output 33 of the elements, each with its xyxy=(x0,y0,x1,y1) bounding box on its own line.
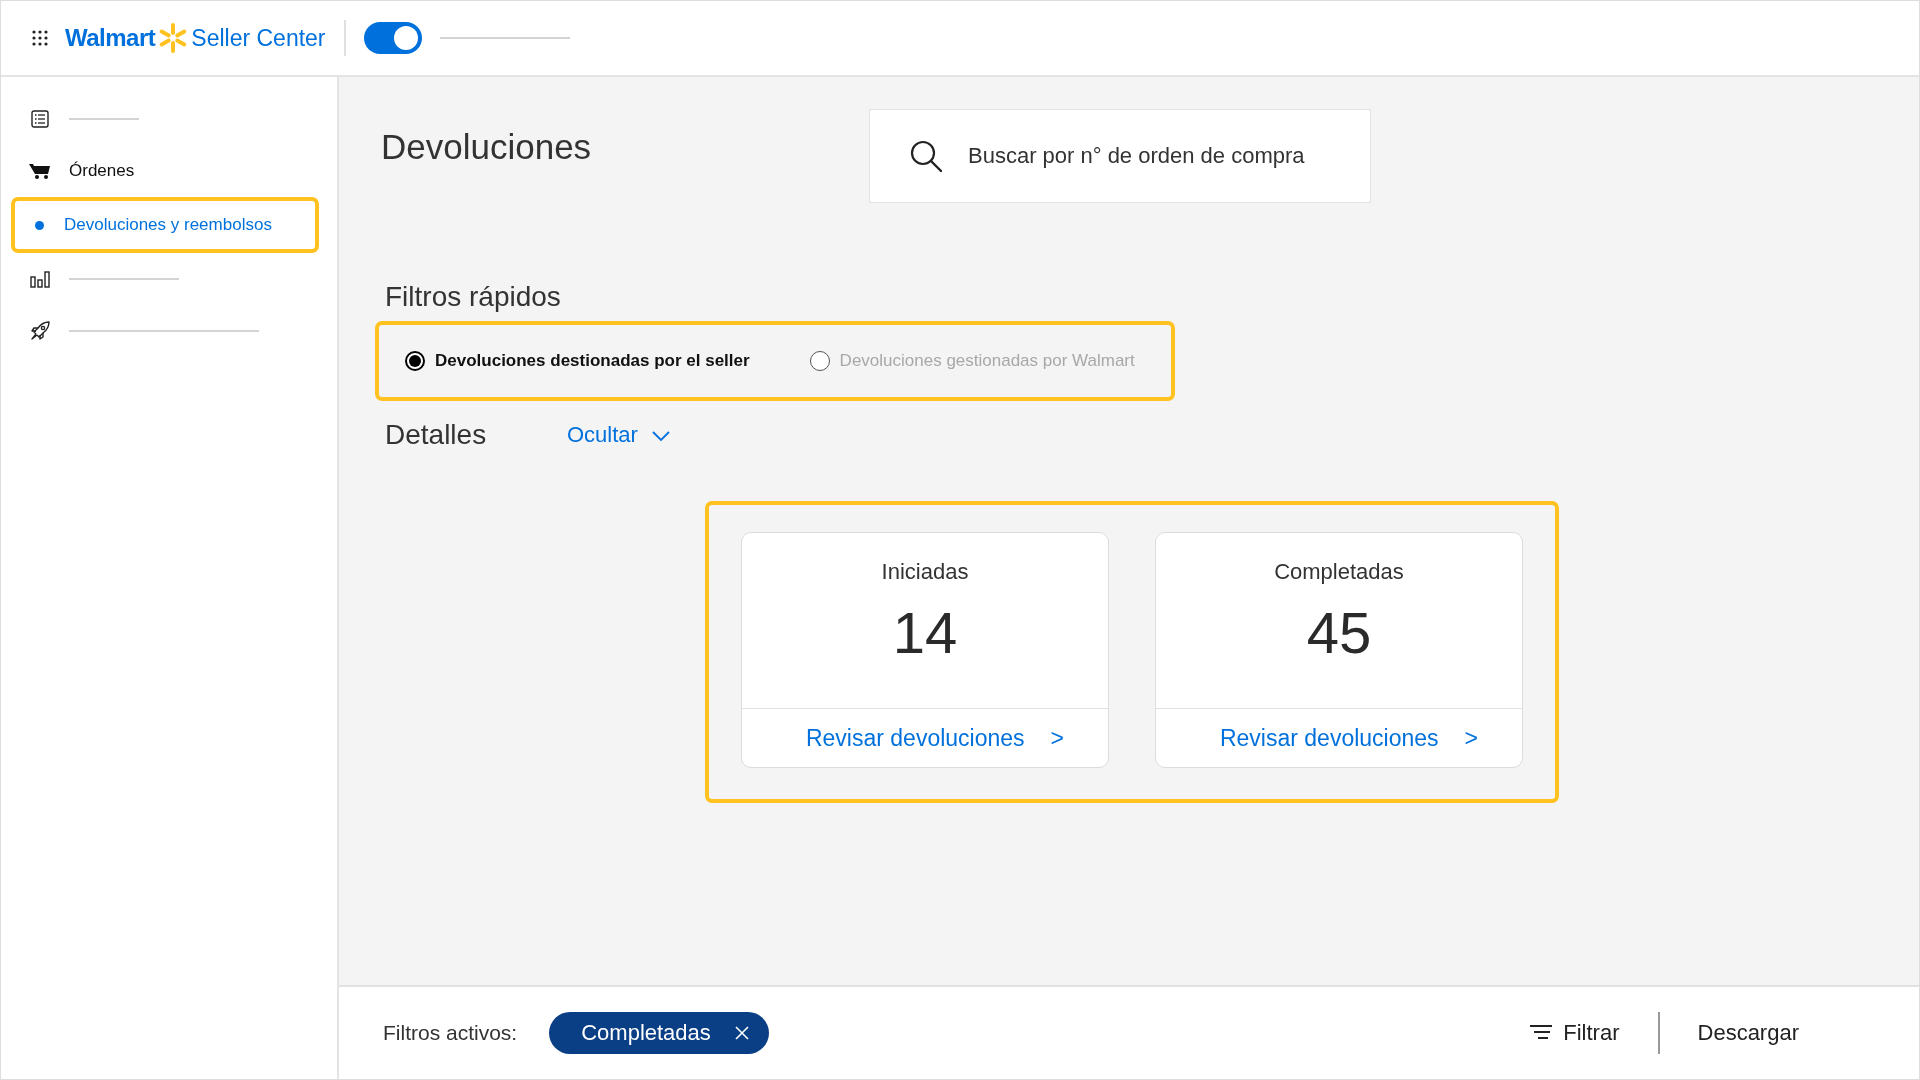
review-returns-link[interactable]: Revisar devoluciones > xyxy=(1156,709,1522,767)
placeholder-line xyxy=(69,118,139,120)
card-title: Iniciadas xyxy=(881,559,969,585)
app-grid-icon[interactable] xyxy=(31,29,49,47)
section-title: Detalles xyxy=(385,419,488,451)
filter-button[interactable]: Filtrar xyxy=(1529,1020,1620,1046)
count-value: 45 xyxy=(1306,599,1372,666)
search-field[interactable]: Buscar por n° de orden de compra xyxy=(869,109,1371,203)
cart-icon xyxy=(29,161,51,181)
toggle-switch[interactable] xyxy=(363,22,422,54)
sidebar-item[interactable]: Órdenes xyxy=(5,145,319,197)
spark-logo-icon xyxy=(158,23,189,53)
filter-chip[interactable]: Completadas xyxy=(549,1012,769,1054)
list-icon xyxy=(29,109,51,129)
download-button[interactable]: Descargar xyxy=(1697,1020,1799,1046)
logo-wordmark: Walmart xyxy=(65,24,156,52)
bullet-icon xyxy=(35,220,44,230)
sidebar-subitem[interactable]: Devoluciones y reembolsos xyxy=(11,197,319,253)
count-value: 14 xyxy=(892,599,958,666)
sidebar-label: Órdenes xyxy=(69,161,135,181)
section-title: Filtros rápidos xyxy=(385,281,562,313)
sidebar-label: Devoluciones y reembolsos xyxy=(64,215,272,235)
close-icon[interactable] xyxy=(734,1026,749,1040)
review-returns-link[interactable]: Revisar devoluciones > xyxy=(742,709,1108,767)
card-title: Completadas xyxy=(1274,559,1404,585)
bar-chart-icon xyxy=(29,269,51,289)
rocket-icon xyxy=(29,321,51,341)
page-title: Devoluciones xyxy=(381,127,593,167)
radio-option[interactable]: Devoluciones destionadas por el seller xyxy=(405,351,750,371)
hide-details-link[interactable]: Ocultar xyxy=(567,422,670,448)
logo-product-name: Seller Center xyxy=(191,24,326,52)
active-filters-label: Filtros activos: xyxy=(383,1021,518,1045)
radio-button[interactable] xyxy=(405,351,425,371)
